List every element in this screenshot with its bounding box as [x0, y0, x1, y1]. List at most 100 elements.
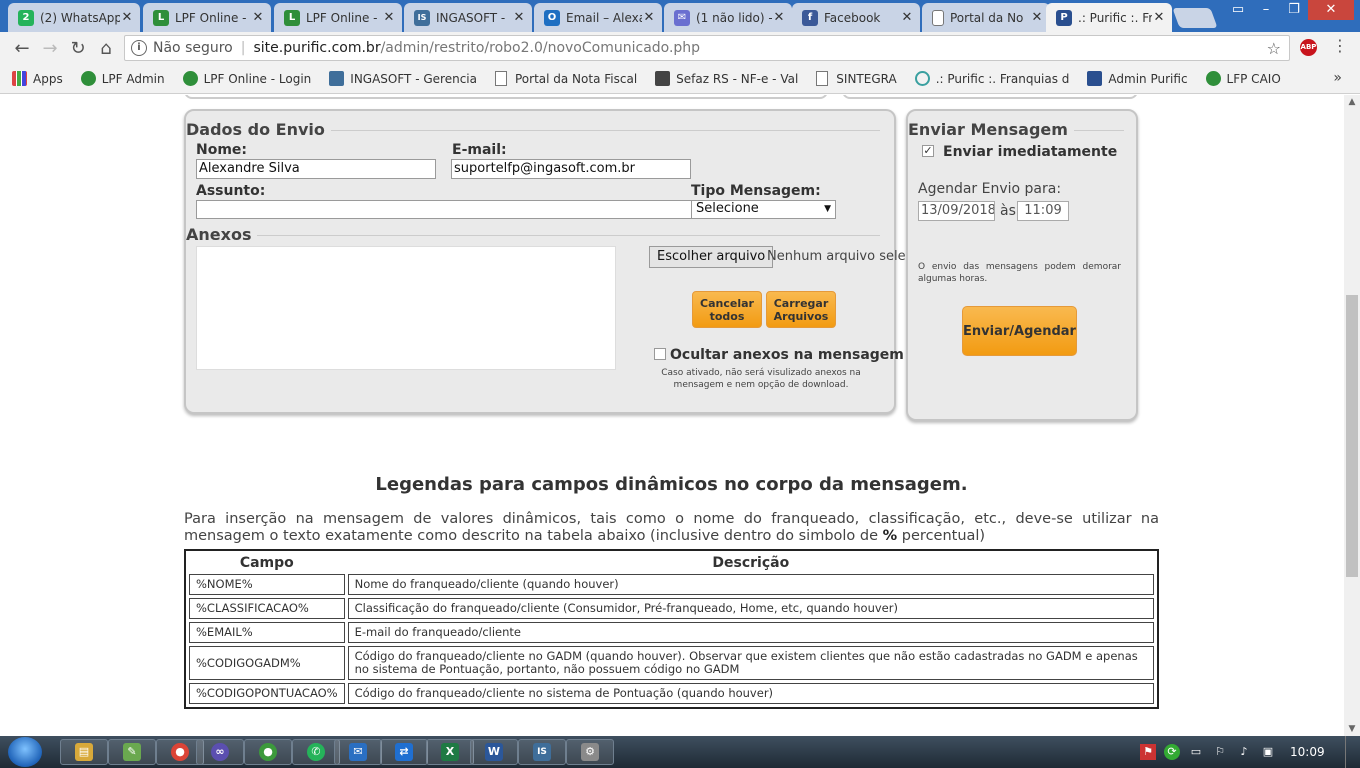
user-icon[interactable]: ▭ — [1224, 0, 1252, 20]
adblock-plus-icon[interactable]: ABP — [1300, 39, 1317, 56]
scroll-down-icon[interactable]: ▼ — [1344, 724, 1360, 734]
anexos-drop-area[interactable] — [196, 246, 616, 370]
taskbar-app-spiral[interactable]: ∞ — [196, 739, 244, 765]
apps-grid-icon — [12, 71, 27, 86]
volume-icon[interactable]: ♪ — [1236, 744, 1252, 760]
cancelar-todos-button[interactable]: Cancelar todos — [692, 291, 762, 328]
tab-lpf-online-1[interactable]: L LPF Online - ✕ — [143, 3, 271, 32]
close-icon[interactable]: ✕ — [1152, 10, 1166, 25]
email-input[interactable]: suportelfp@ingasoft.com.br — [451, 159, 691, 179]
taskbar-ingasoft[interactable]: IS — [518, 739, 566, 765]
taskbar-clock[interactable]: 10:09 — [1290, 745, 1325, 759]
taskbar-paint[interactable]: ✎ — [108, 739, 156, 765]
assunto-input[interactable] — [196, 200, 692, 219]
close-icon[interactable]: ✕ — [120, 10, 134, 25]
taskbar-remote[interactable]: ⚙ — [566, 739, 614, 765]
network-icon[interactable]: ▭ — [1188, 744, 1204, 760]
tab-lpf-online-2[interactable]: L LPF Online - ✕ — [274, 3, 402, 32]
tab-label: INGASOFT - — [436, 10, 506, 25]
forward-icon[interactable]: → — [36, 38, 64, 59]
taskbar-app-green[interactable]: ● — [244, 739, 292, 765]
bookmark-sefaz[interactable]: Sefaz RS - NF-e - Val — [655, 71, 798, 86]
restore-icon[interactable]: ❐ — [1280, 0, 1308, 20]
percent-symbol: % — [882, 528, 898, 544]
tab-ingasoft[interactable]: IS INGASOFT - ✕ — [404, 3, 532, 32]
choose-file-button[interactable]: Escolher arquivo — [649, 246, 774, 268]
close-icon[interactable]: ✕ — [772, 10, 786, 25]
tab-unread-mail[interactable]: ✉ (1 não lido) - ✕ — [664, 3, 792, 32]
taskbar-teamviewer[interactable]: ⇄ — [380, 739, 428, 765]
word-icon: W — [485, 743, 503, 761]
taskbar-word[interactable]: W — [470, 739, 518, 765]
bookmark-purific-franquias[interactable]: .: Purific :. Franquias d — [914, 71, 1069, 86]
close-icon[interactable]: ✕ — [642, 10, 656, 25]
scroll-up-icon[interactable]: ▲ — [1344, 97, 1360, 107]
bookmark-label: LFP CAIO — [1226, 71, 1281, 86]
bookmark-apps[interactable]: Apps — [12, 71, 63, 86]
bookmark-lpf-admin[interactable]: LPF Admin — [80, 71, 165, 86]
url-bar[interactable]: i Não seguro | site.purific.com.br /admi… — [124, 35, 1290, 61]
info-icon[interactable]: i — [131, 40, 147, 56]
bookmark-sintegra[interactable]: SINTEGRA — [816, 71, 897, 86]
show-desktop-button[interactable] — [1345, 736, 1360, 768]
gear-icon: ⚙ — [581, 743, 599, 761]
bookmark-lpf-online-login[interactable]: LPF Online - Login — [182, 71, 311, 86]
flag-small-icon[interactable]: ⚐ — [1212, 744, 1228, 760]
nome-input[interactable]: Alexandre Silva — [196, 159, 436, 179]
bookmark-star-icon[interactable]: ☆ — [1267, 39, 1281, 58]
tipo-mensagem-select[interactable]: Selecione ▼ — [691, 200, 836, 219]
envio-note: O envio das mensagens podem demorar algu… — [918, 262, 1121, 284]
email-label: E-mail: — [452, 142, 507, 158]
taskbar-explorer[interactable]: ▤ — [60, 739, 108, 765]
flag-icon[interactable]: ⚑ — [1140, 744, 1156, 760]
close-icon[interactable]: ✕ — [900, 10, 914, 25]
window-close-icon[interactable]: ✕ — [1308, 0, 1354, 20]
agendar-date-input[interactable]: 13/09/2018 — [918, 201, 995, 221]
taskbar-whatsapp[interactable]: ✆ — [292, 739, 340, 765]
enviar-imediatamente-checkbox[interactable]: ✓ — [922, 145, 934, 157]
carregar-arquivos-button[interactable]: Carregar Arquivos — [766, 291, 836, 328]
reload-icon[interactable]: ↻ — [64, 38, 92, 59]
outlook-icon: O — [544, 9, 560, 26]
taskbar-mail[interactable]: ✉ — [334, 739, 382, 765]
more-bookmarks-icon[interactable]: » — [1333, 70, 1342, 86]
tab-facebook[interactable]: f Facebook ✕ — [792, 3, 920, 32]
back-icon[interactable]: ← — [8, 38, 36, 59]
spiral-icon: ∞ — [211, 743, 229, 761]
windows-start-icon[interactable] — [8, 737, 42, 767]
bookmark-lfp-caio[interactable]: LFP CAIO — [1205, 71, 1281, 86]
notification-icon[interactable]: ▣ — [1260, 744, 1276, 760]
close-icon[interactable]: ✕ — [512, 10, 526, 25]
close-icon[interactable]: ✕ — [251, 10, 265, 25]
new-tab-button[interactable] — [1172, 8, 1218, 28]
home-icon[interactable]: ⌂ — [92, 38, 120, 59]
enviar-agendar-button[interactable]: Enviar/Agendar — [962, 306, 1077, 356]
cancelar-line2: todos — [709, 309, 745, 323]
minimize-icon[interactable]: – — [1252, 0, 1280, 20]
tab-label: (2) WhatsApp — [40, 10, 120, 25]
bookmark-admin-purific[interactable]: Admin Purific — [1087, 71, 1188, 86]
legend-paragraph: Para inserção na mensagem de valores din… — [184, 511, 1159, 545]
whatsapp-icon: ✆ — [307, 743, 325, 761]
close-icon[interactable]: ✕ — [1030, 10, 1044, 25]
page-scrollbar[interactable]: ▲ ▼ — [1344, 95, 1360, 736]
sync-icon[interactable]: ⟳ — [1164, 744, 1180, 760]
taskbar-excel[interactable]: X — [426, 739, 474, 765]
tab-whatsapp[interactable]: 2 (2) WhatsApp ✕ — [8, 3, 140, 32]
close-icon[interactable]: ✕ — [382, 10, 396, 25]
scrollbar-thumb[interactable] — [1346, 295, 1358, 577]
ocultar-anexos-checkbox[interactable] — [654, 348, 666, 360]
ingasoft-icon: IS — [533, 743, 551, 761]
tab-portal-nota[interactable]: Portal da No ✕ — [922, 3, 1050, 32]
tab-purific-active[interactable]: P .: Purific :. Fra ✕ — [1046, 3, 1172, 32]
previous-panel-edge — [184, 95, 828, 99]
browser-menu-icon[interactable]: ⋮ — [1332, 36, 1348, 55]
agendar-time-input[interactable]: 11:09 — [1017, 201, 1069, 221]
bookmark-label: Admin Purific — [1108, 71, 1188, 86]
bookmark-portal-nota[interactable]: Portal da Nota Fiscal — [494, 71, 637, 86]
folder-icon: ▤ — [75, 743, 93, 761]
tab-email[interactable]: O Email – Alexa ✕ — [534, 3, 662, 32]
descricao-cell: Código do franqueado/cliente no sistema … — [347, 683, 1154, 704]
cancelar-line1: Cancelar — [700, 296, 754, 310]
bookmark-ingasoft[interactable]: INGASOFT - Gerencia — [329, 71, 477, 86]
